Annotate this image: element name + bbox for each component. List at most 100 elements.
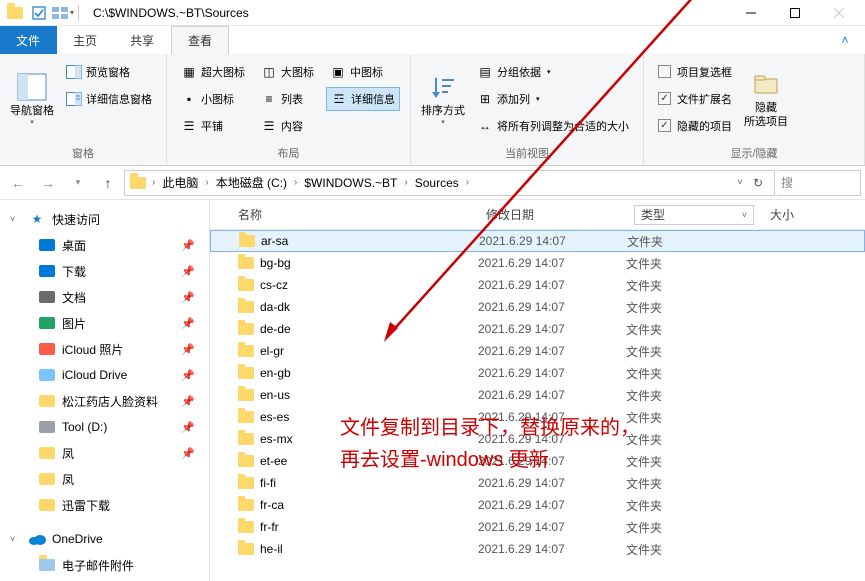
chevron-right-icon[interactable]: › bbox=[202, 177, 211, 188]
onedrive-header[interactable]: ˅ OneDrive bbox=[0, 526, 209, 552]
group-by-button[interactable]: ▤分组依据▾ bbox=[473, 60, 633, 84]
layout-tiles-button[interactable]: ☰平铺 bbox=[177, 114, 249, 138]
file-row[interactable]: bg-bg2021.6.29 14:07文件夹 bbox=[210, 252, 865, 274]
forward-button[interactable]: → bbox=[34, 169, 62, 197]
fit-columns-button[interactable]: ↔将所有列调整为合适的大小 bbox=[473, 114, 633, 138]
nav-item-mailatt[interactable]: 电子邮件附件 bbox=[0, 552, 209, 578]
nav-item[interactable]: 图片📌 bbox=[0, 310, 209, 336]
breadcrumb-segment[interactable]: 本地磁盘 (C:) bbox=[212, 171, 291, 195]
file-row[interactable]: en-gb2021.6.29 14:07文件夹 bbox=[210, 362, 865, 384]
file-row[interactable]: cs-cz2021.6.29 14:07文件夹 bbox=[210, 274, 865, 296]
minimize-button[interactable] bbox=[729, 0, 773, 26]
file-extensions-toggle[interactable]: ✓文件扩展名 bbox=[654, 88, 736, 110]
xlarge-icons-icon: ▦ bbox=[181, 64, 197, 80]
up-button[interactable]: ↑ bbox=[94, 169, 122, 197]
nav-item[interactable]: 凤 bbox=[0, 466, 209, 492]
addcol-icon: ⊞ bbox=[477, 91, 493, 107]
file-row[interactable]: es-mx2021.6.29 14:07文件夹 bbox=[210, 428, 865, 450]
pin-icon: 📌 bbox=[181, 317, 195, 330]
chevron-right-icon[interactable]: › bbox=[291, 177, 300, 188]
layout-small-button[interactable]: ▪小图标 bbox=[177, 87, 249, 111]
breadcrumb-segment[interactable]: 此电脑 bbox=[158, 171, 202, 195]
ribbon-group-showhide: 项目复选框 ✓文件扩展名 ✓隐藏的项目 隐藏 所选项目 显示/隐藏 bbox=[644, 54, 865, 165]
tab-view[interactable]: 查看 bbox=[171, 26, 229, 54]
column-header-name[interactable]: 名称 bbox=[210, 206, 478, 223]
file-row[interactable]: fr-fr2021.6.29 14:07文件夹 bbox=[210, 516, 865, 538]
breadcrumb-segment[interactable]: $WINDOWS.~BT bbox=[300, 171, 401, 195]
column-header-type[interactable]: 类型˅ bbox=[626, 205, 762, 225]
hidden-items-toggle[interactable]: ✓隐藏的项目 bbox=[654, 115, 736, 137]
pin-icon: 📌 bbox=[181, 447, 195, 460]
column-header-size[interactable]: 大小 bbox=[762, 206, 865, 223]
back-button[interactable]: ← bbox=[4, 169, 32, 197]
file-row[interactable]: fr-ca2021.6.29 14:07文件夹 bbox=[210, 494, 865, 516]
preview-pane-button[interactable]: 预览窗格 bbox=[62, 60, 156, 84]
nav-item-icon bbox=[38, 444, 56, 462]
layout-xlarge-button[interactable]: ▦超大图标 bbox=[177, 60, 249, 84]
search-input[interactable]: 搜 bbox=[777, 170, 861, 196]
layout-details-button[interactable]: ☲详细信息 bbox=[326, 87, 400, 111]
nav-item[interactable]: 松江药店人脸资料📌 bbox=[0, 388, 209, 414]
hide-selected-button[interactable]: 隐藏 所选项目 bbox=[740, 58, 792, 139]
close-button[interactable] bbox=[817, 0, 861, 26]
add-columns-button[interactable]: ⊞添加列▾ bbox=[473, 87, 633, 111]
refresh-button[interactable]: ↻ bbox=[746, 176, 770, 190]
layout-large-button[interactable]: ◫大图标 bbox=[257, 60, 318, 84]
breadcrumb[interactable]: › 此电脑›本地磁盘 (C:)›$WINDOWS.~BT›Sources› ˅ … bbox=[124, 170, 775, 196]
item-checkboxes-toggle[interactable]: 项目复选框 bbox=[654, 61, 736, 83]
breadcrumb-segment[interactable]: Sources bbox=[411, 171, 463, 195]
navigation-pane-button[interactable]: 导航窗格 ▾ bbox=[6, 58, 58, 139]
chevron-down-icon[interactable]: ˅ bbox=[734, 177, 746, 188]
nav-item[interactable]: 下载📌 bbox=[0, 258, 209, 284]
ribbon-group-panes: 导航窗格 ▾ 预览窗格 详细信息窗格 窗格 bbox=[0, 54, 167, 165]
nav-item[interactable]: Tool (D:)📌 bbox=[0, 414, 209, 440]
folder-icon bbox=[238, 367, 254, 379]
details-pane-icon bbox=[66, 91, 82, 107]
folder-icon bbox=[38, 556, 56, 574]
qat-view-icon[interactable]: ▾ bbox=[52, 2, 74, 24]
chevron-right-icon[interactable]: › bbox=[149, 177, 158, 188]
nav-item[interactable]: 凤📌 bbox=[0, 440, 209, 466]
details-pane-button[interactable]: 详细信息窗格 bbox=[62, 87, 156, 111]
nav-item-icon bbox=[38, 418, 56, 436]
folder-icon bbox=[238, 279, 254, 291]
qat-properties-icon[interactable] bbox=[28, 2, 50, 24]
file-row[interactable]: el-gr2021.6.29 14:07文件夹 bbox=[210, 340, 865, 362]
file-row[interactable]: es-es2021.6.29 14:07文件夹 bbox=[210, 406, 865, 428]
file-row[interactable]: en-us2021.6.29 14:07文件夹 bbox=[210, 384, 865, 406]
column-header-date[interactable]: 修改日期 bbox=[478, 206, 626, 223]
file-row[interactable]: da-dk2021.6.29 14:07文件夹 bbox=[210, 296, 865, 318]
tab-home[interactable]: 主页 bbox=[57, 26, 114, 54]
nav-item[interactable]: iCloud Drive📌 bbox=[0, 362, 209, 388]
chevron-right-icon[interactable]: › bbox=[463, 177, 472, 188]
nav-item-icon bbox=[38, 288, 56, 306]
layout-content-button[interactable]: ☰内容 bbox=[257, 114, 318, 138]
chevron-right-icon[interactable]: › bbox=[401, 177, 410, 188]
nav-item[interactable]: 文档📌 bbox=[0, 284, 209, 310]
layout-medium-button[interactable]: ▣中图标 bbox=[326, 60, 400, 84]
file-row[interactable]: de-de2021.6.29 14:07文件夹 bbox=[210, 318, 865, 340]
maximize-button[interactable] bbox=[773, 0, 817, 26]
nav-item[interactable]: iCloud 照片📌 bbox=[0, 336, 209, 362]
nav-item[interactable]: 迅雷下载 bbox=[0, 492, 209, 518]
layout-list-button[interactable]: ≡列表 bbox=[257, 87, 318, 111]
tab-file[interactable]: 文件 bbox=[0, 26, 57, 54]
nav-item-icon bbox=[38, 262, 56, 280]
ribbon-expand-icon[interactable]: ˄ bbox=[825, 26, 865, 54]
file-row[interactable]: et-ee2021.6.29 14:07文件夹 bbox=[210, 450, 865, 472]
quick-access-header[interactable]: ˅ ★ 快速访问 bbox=[0, 206, 209, 232]
sort-by-button[interactable]: 排序方式 ▾ bbox=[417, 58, 469, 139]
file-list[interactable]: ar-sa2021.6.29 14:07文件夹bg-bg2021.6.29 14… bbox=[210, 230, 865, 581]
file-row[interactable]: he-il2021.6.29 14:07文件夹 bbox=[210, 538, 865, 560]
checkbox-icon bbox=[658, 65, 671, 78]
file-row[interactable]: ar-sa2021.6.29 14:07文件夹 bbox=[210, 230, 865, 252]
pin-icon: 📌 bbox=[181, 369, 195, 382]
pin-icon: 📌 bbox=[181, 265, 195, 278]
tab-share[interactable]: 共享 bbox=[114, 26, 171, 54]
recent-dropdown[interactable]: ▾ bbox=[64, 169, 92, 197]
folder-icon[interactable] bbox=[4, 2, 26, 24]
star-icon: ★ bbox=[28, 210, 46, 228]
navigation-tree[interactable]: ˅ ★ 快速访问 桌面📌下载📌文档📌图片📌iCloud 照片📌iCloud Dr… bbox=[0, 200, 210, 581]
nav-item[interactable]: 桌面📌 bbox=[0, 232, 209, 258]
file-row[interactable]: fi-fi2021.6.29 14:07文件夹 bbox=[210, 472, 865, 494]
